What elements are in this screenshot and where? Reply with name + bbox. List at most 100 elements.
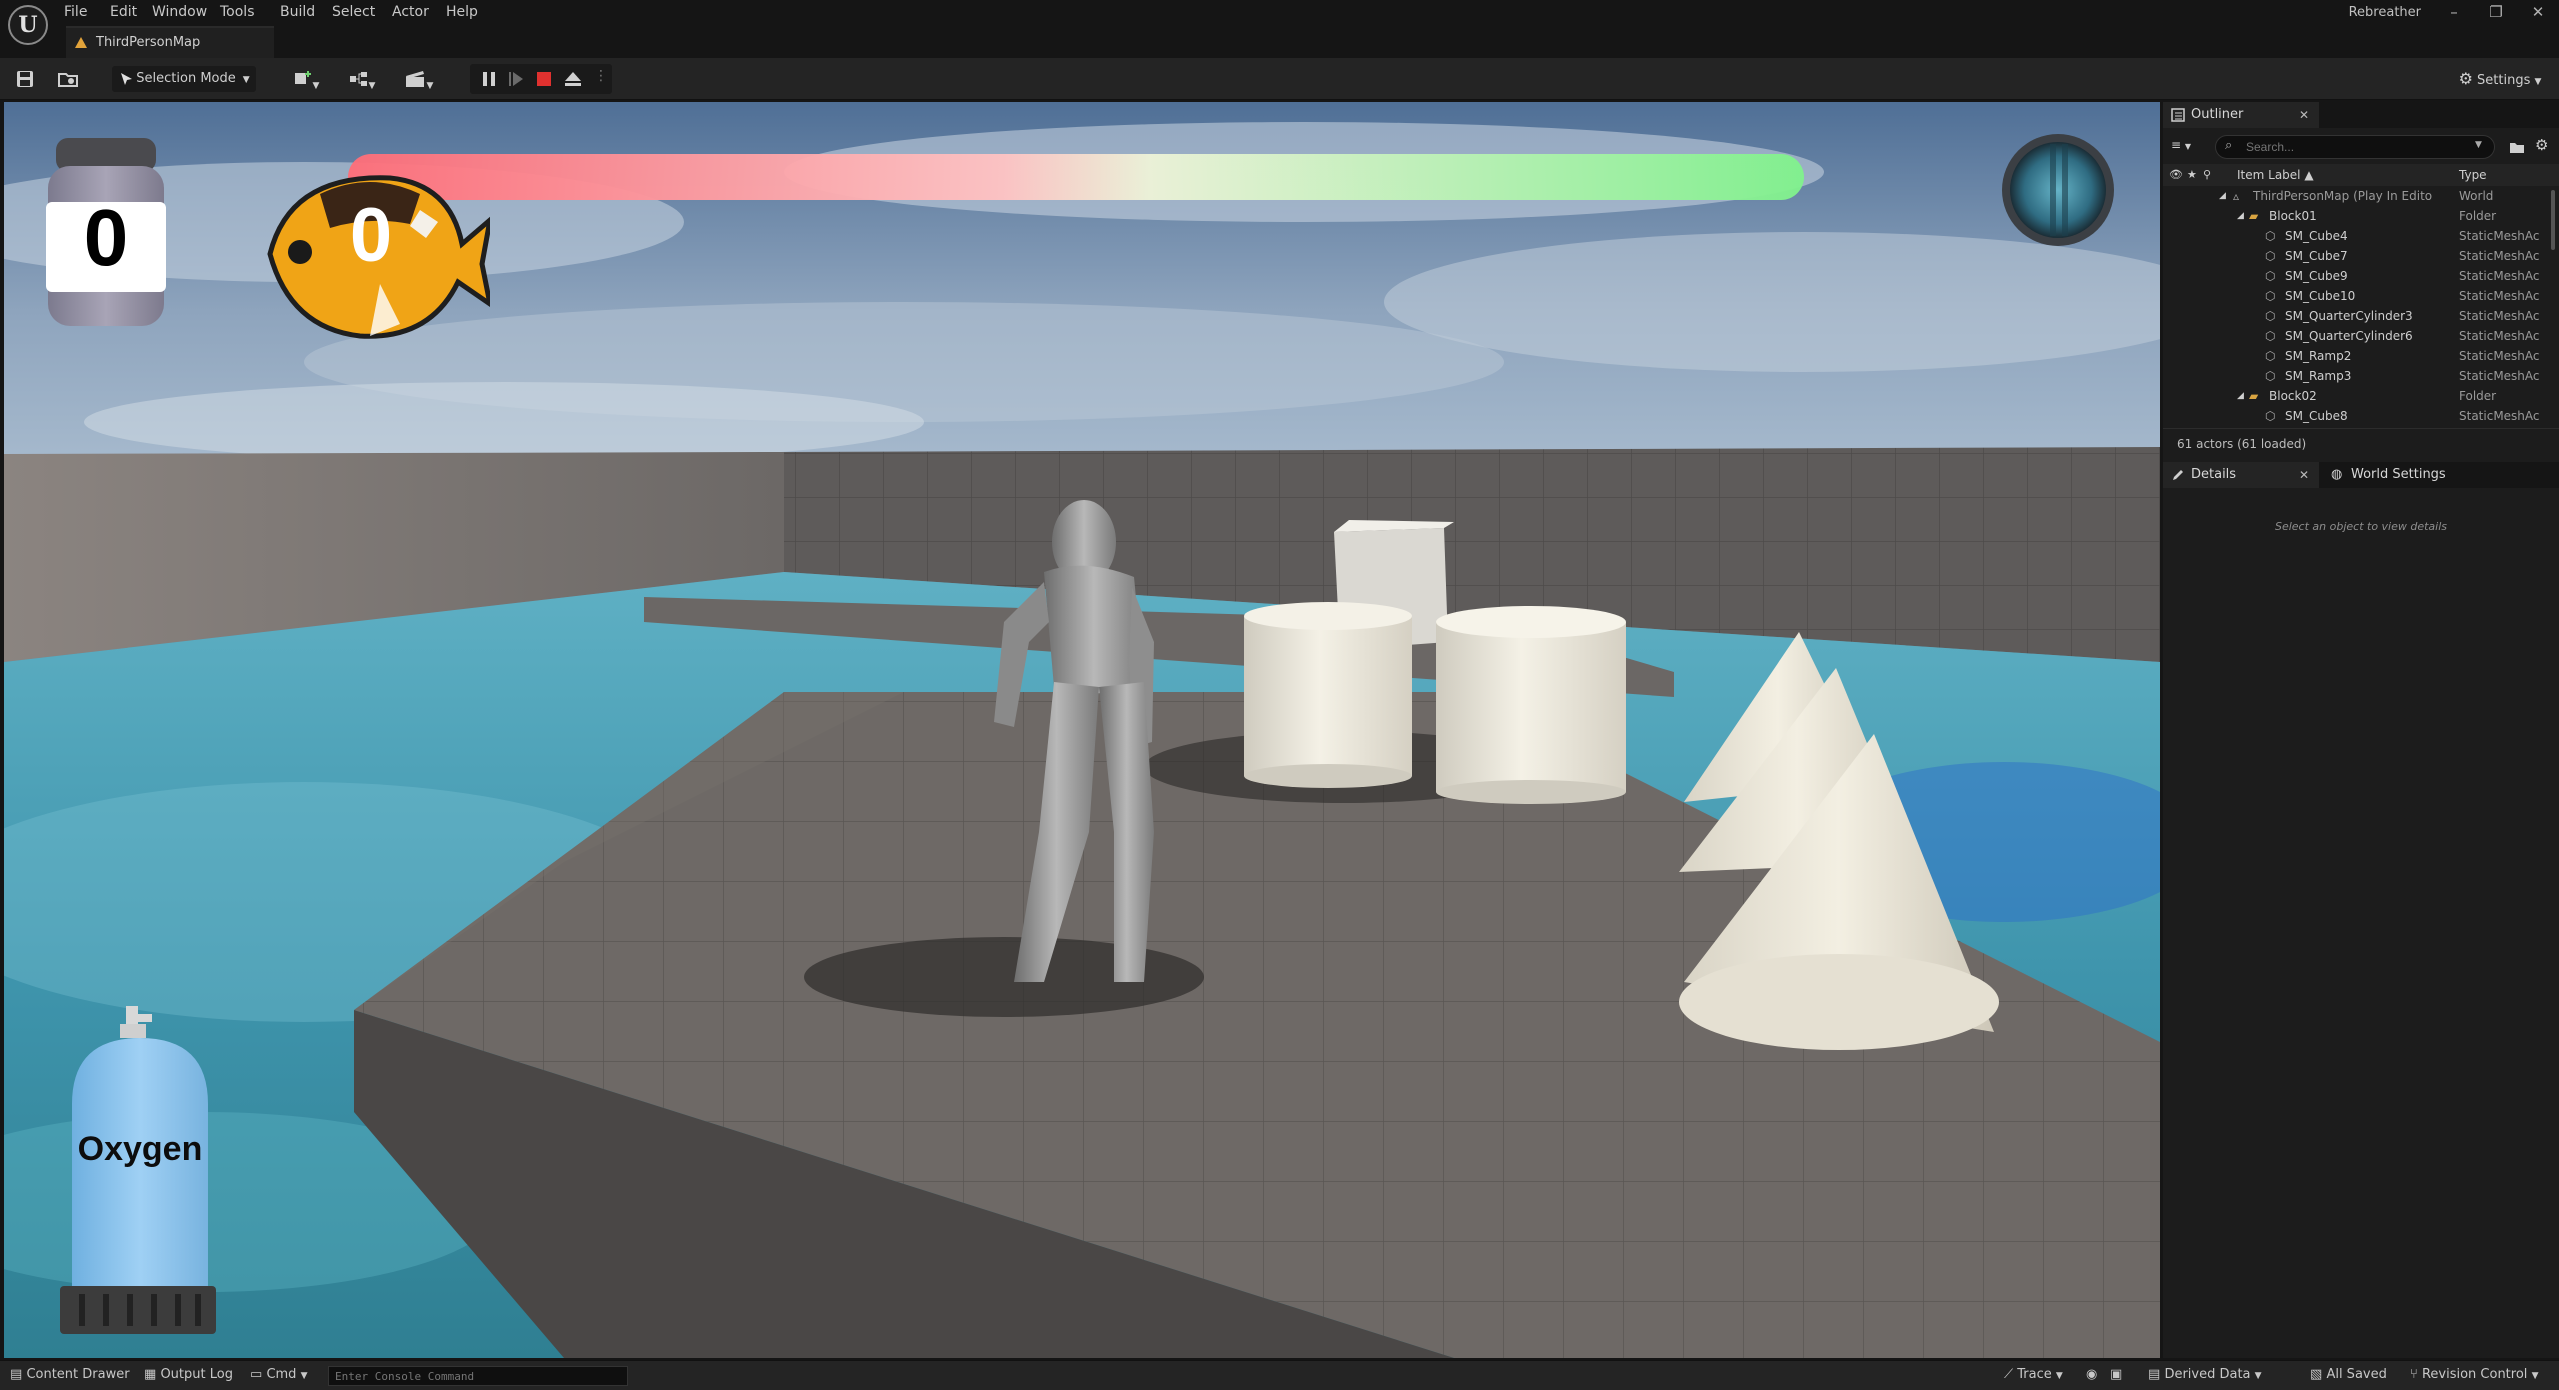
outliner-row-label: SM_Ramp3 [2285,369,2352,383]
all-saved-button[interactable]: ▧ All Saved [2310,1361,2387,1389]
cinematics-dropdown[interactable]: ▼ [398,66,440,92]
outliner-row-type: World [2459,189,2494,203]
close-window-button[interactable]: ✕ [2518,0,2558,26]
outliner-row[interactable]: ⬡ SM_QuarterCylinder6 StaticMeshAc [2163,326,2549,346]
chevron-down-icon: ▼ [312,81,320,91]
cursor-icon [121,73,132,85]
close-icon[interactable]: ✕ [2299,462,2309,488]
static-mesh-icon: ⬡ [2265,269,2276,283]
fish-counter: 0 [349,193,393,278]
play-controls: ⋮ [470,64,612,94]
blueprint-dropdown[interactable]: ▼ [342,66,382,92]
filter-dropdown[interactable]: ≡ ▼ [2171,138,2207,156]
menu-help[interactable]: Help [446,0,478,24]
save-icon[interactable] [16,70,34,88]
gear-icon[interactable]: ⚙ [2535,136,2548,154]
pin-icon[interactable]: ⚲ [2203,164,2211,186]
menu-select[interactable]: Select [332,0,375,24]
outliner-row[interactable]: ⬡ SM_QuarterCylinder3 StaticMeshAc [2163,306,2549,326]
globe-icon: ◍ [2331,467,2343,482]
outliner-filter-bar: ≡ ▼ ⌕ ▼ ⚙ [2163,130,2559,164]
selection-mode-dropdown[interactable]: Selection Mode ▼ [112,66,256,92]
outliner-row[interactable]: ⬡ SM_Cube7 StaticMeshAc [2163,246,2549,266]
tab-third-person-map[interactable]: ThirdPersonMap [66,26,274,58]
collapse-arrow-icon[interactable]: ◢ [2219,186,2226,206]
derived-data-dropdown[interactable]: ▤ Derived Data ▼ [2148,1361,2262,1390]
content-drawer-button[interactable]: ▤ Content Drawer [10,1361,130,1389]
static-mesh-icon: ⬡ [2265,289,2276,303]
chevron-down-icon: ▼ [426,81,434,91]
chevron-down-icon: ▼ [239,75,250,85]
more-options-icon[interactable]: ⋮ [594,68,608,84]
settings-label: Settings [2477,73,2531,88]
all-saved-label: All Saved [2326,1367,2387,1382]
outliner-row[interactable]: ◢ ▰ Block02 Folder [2163,386,2549,406]
trace-label: Trace [2017,1367,2052,1382]
menu-actor[interactable]: Actor [392,0,429,24]
browse-folder-icon[interactable] [58,70,78,88]
outliner-row-label: SM_Ramp2 [2285,349,2352,363]
star-icon[interactable]: ★ [2187,164,2197,186]
eye-icon[interactable]: 👁 [2169,164,2183,186]
menu-window[interactable]: Window [152,0,207,24]
column-type[interactable]: Type [2459,164,2487,186]
settings-button[interactable]: ⚙ Settings ▼ [2450,66,2550,92]
static-mesh-icon: ⬡ [2265,229,2276,243]
add-actor-dropdown[interactable]: ▼ [286,66,326,92]
tab-world-settings[interactable]: ◍ World Settings [2323,462,2483,488]
column-item-label[interactable]: Item Label ▲ [2237,164,2314,186]
frame-advance-icon[interactable] [508,71,524,87]
outliner-row[interactable]: ⬡ SM_Ramp3 StaticMeshAc [2163,366,2549,386]
game-viewport[interactable]: 0 0 Oxygen [4,102,2160,1358]
static-mesh-icon: ⬡ [2265,409,2276,423]
add-folder-icon[interactable] [2509,140,2525,154]
save-status-icon: ▧ [2310,1367,2323,1382]
collapse-arrow-icon[interactable]: ◢ [2237,206,2244,226]
compass-gauge [2000,132,2116,248]
minimize-button[interactable]: – [2434,0,2474,26]
health-bar-fill [348,154,1804,200]
revision-control-icon: ⑂ [2410,1367,2418,1382]
outliner-row[interactable]: ⬡ SM_Cube4 StaticMeshAc [2163,226,2549,246]
outliner-search-input[interactable] [2215,135,2495,159]
outliner-row[interactable]: ◢ ▵ ThirdPersonMap (Play In Edito World [2163,186,2549,206]
actor-count: 61 actors (61 loaded) [2163,428,2559,458]
maximize-button[interactable]: ❐ [2476,0,2516,26]
outliner-row-type: Folder [2459,389,2497,403]
outliner-row[interactable]: ⬡ SM_Ramp2 StaticMeshAc [2163,346,2549,366]
derived-data-icon: ▤ [2148,1367,2161,1382]
screenshot-icon[interactable]: ▣ [2110,1361,2122,1389]
outliner-row[interactable]: ⬡ SM_Cube10 StaticMeshAc [2163,286,2549,306]
outliner-scrollbar[interactable] [2551,190,2555,250]
console-command-input[interactable] [328,1366,628,1386]
cmd-dropdown[interactable]: ▭ Cmd ▼ [250,1361,308,1390]
oxygen-tank: Oxygen [60,1004,220,1338]
world-icon: ▵ [2233,189,2240,203]
tab-details[interactable]: Details ✕ [2163,462,2319,488]
chevron-down-icon[interactable]: ▼ [2475,140,2482,150]
collapse-arrow-icon[interactable]: ◢ [2237,386,2244,406]
outliner-row-type: StaticMeshAc [2459,309,2540,323]
revision-control-dropdown[interactable]: ⑂ Revision Control ▼ [2410,1361,2538,1390]
stop-icon[interactable] [536,71,552,87]
outliner-row-label: SM_Cube8 [2285,409,2348,423]
menu-build[interactable]: Build [280,0,315,24]
output-log-button[interactable]: ▦ Output Log [144,1361,233,1389]
tab-outliner[interactable]: Outliner ✕ [2163,102,2319,128]
outliner-row[interactable]: ◢ ▰ Block01 Folder [2163,206,2549,226]
outliner-row-type: StaticMeshAc [2459,329,2540,343]
eject-icon[interactable] [564,71,582,87]
pause-icon[interactable] [482,71,496,87]
outliner-row[interactable]: ⬡ SM_Cube9 StaticMeshAc [2163,266,2549,286]
chevron-down-icon: ▼ [2184,142,2192,151]
unreal-logo-icon[interactable]: U [8,5,48,45]
menu-file[interactable]: File [64,0,87,24]
menu-edit[interactable]: Edit [110,0,137,24]
blueprint-icon [349,72,367,86]
menu-tools[interactable]: Tools [220,0,255,24]
trace-dropdown[interactable]: ⟋ Trace ▼ [2004,1361,2063,1390]
close-icon[interactable]: ✕ [2299,102,2309,128]
record-icon[interactable]: ◉ [2086,1361,2097,1389]
outliner-row[interactable]: ⬡ SM_Cube8 StaticMeshAc [2163,406,2549,426]
jar-counter: 0 [83,193,129,282]
